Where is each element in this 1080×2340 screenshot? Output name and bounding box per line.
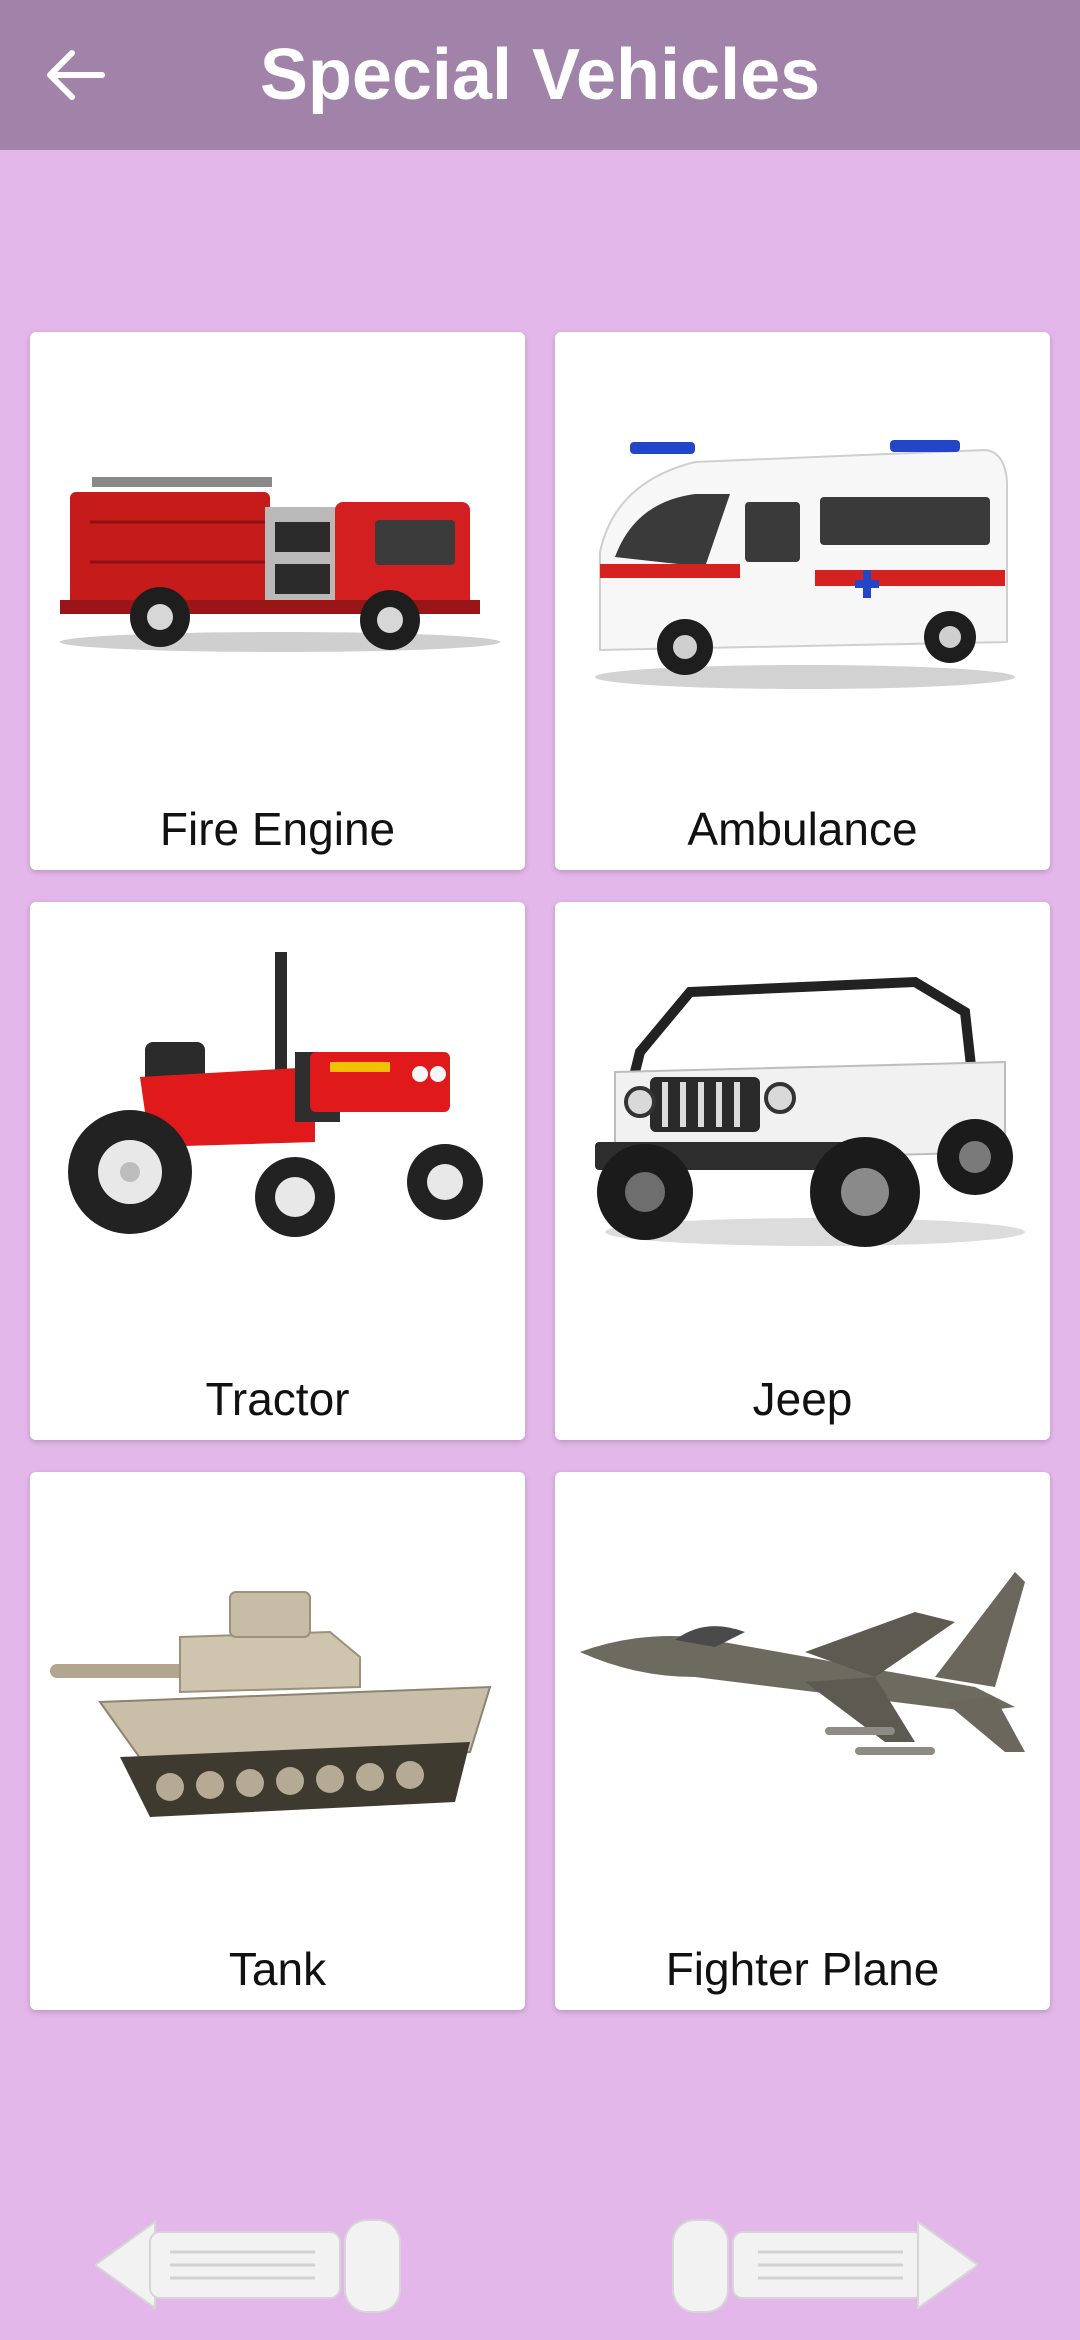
card-label: Fire Engine (159, 803, 396, 855)
tank-image (50, 1591, 492, 1817)
page-title: Special Vehicles (259, 35, 821, 115)
tractor-image (68, 952, 483, 1237)
card-label: Fighter Plane (665, 1943, 940, 1995)
app-bar: Special Vehicles (0, 0, 1080, 150)
card-label: Ambulance (687, 803, 918, 855)
ambulance-image (595, 440, 1015, 689)
previous-button[interactable] (93, 2210, 405, 2320)
card-fire-engine[interactable]: Fire Engine (30, 332, 525, 870)
card-fighter-plane[interactable]: Fighter Plane (555, 1472, 1050, 2010)
previous-arrow-icon (93, 2219, 401, 2313)
card-tank[interactable]: Tank (30, 1472, 525, 2010)
card-label: Jeep (752, 1373, 853, 1425)
card-jeep[interactable]: Jeep (555, 902, 1050, 1440)
card-ambulance[interactable]: Ambulance (555, 332, 1050, 870)
jeep-image (595, 976, 1025, 1247)
card-tractor[interactable]: Tractor (30, 902, 525, 1440)
card-label: Tank (228, 1943, 327, 1995)
card-label: Tractor (205, 1373, 350, 1425)
next-button[interactable] (668, 2210, 980, 2320)
next-arrow-icon (672, 2219, 980, 2313)
fighter-plane-image (580, 1572, 1025, 1755)
fire-engine-image (60, 477, 500, 652)
